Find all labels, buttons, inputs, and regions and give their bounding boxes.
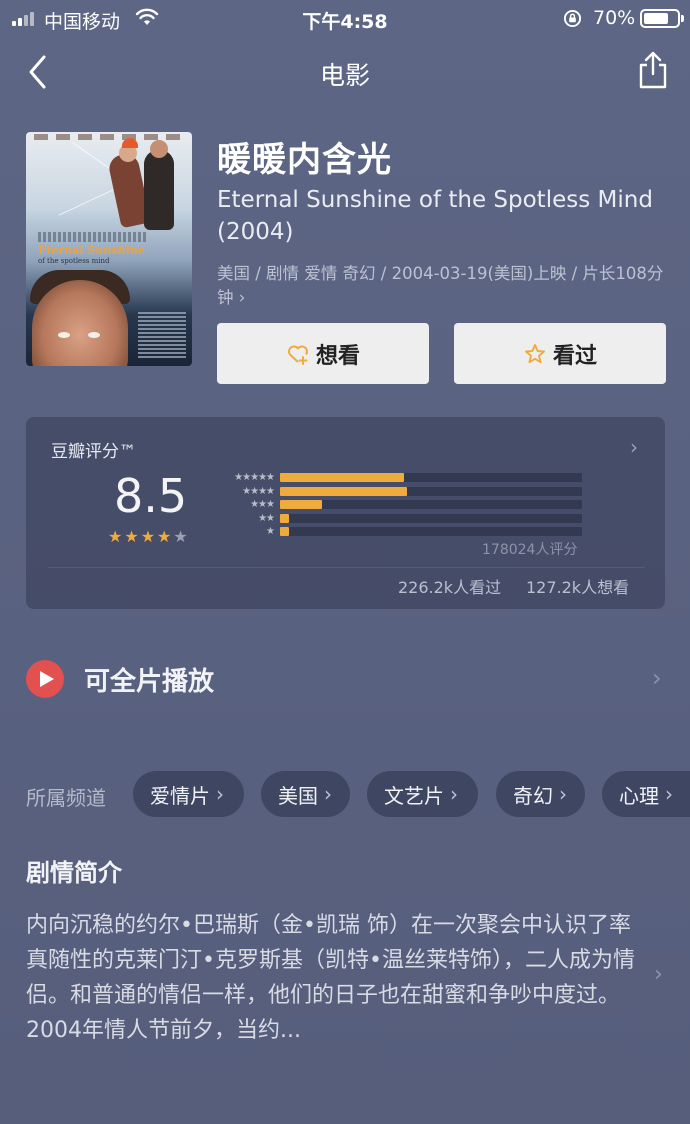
poster-title: Eternal Sunshine — [38, 244, 145, 257]
movie-poster[interactable]: Eternal Sunshine of the spotless mind — [26, 132, 192, 366]
want-label: 想看 — [315, 343, 360, 369]
rating-divider — [48, 567, 645, 568]
channel-chip-label: 文艺片 — [384, 783, 444, 808]
meta-chevron-icon: › — [238, 288, 246, 307]
rating-stars: ★ ★ ★ ★ ★ — [108, 529, 188, 545]
playable-chevron-icon[interactable]: › — [652, 664, 662, 692]
distribution-stars-5: ★★★★★ — [234, 472, 275, 483]
rating-chevron-icon: › — [630, 435, 638, 459]
status-bar: 中国移动 下午4:58 70% — [0, 0, 690, 36]
play-icon[interactable] — [26, 660, 64, 698]
vote-count: 178024人评分 — [482, 542, 578, 558]
distribution-stars-4: ★★★★ — [242, 485, 275, 497]
rating-label: 豆瓣评分™ — [51, 442, 136, 462]
distribution-bar-2 — [280, 513, 289, 523]
nav-title: 电影 — [319, 61, 370, 90]
status-time: 下午4:58 — [302, 11, 388, 33]
rating-card[interactable]: 豆瓣评分™ › 8.5 ★ ★ ★ ★ ★ ★★★★★ ★★★★ ★★★ ★★ ★ 178024… — [26, 417, 665, 609]
want-to-watch-button[interactable]: 想看 — [217, 323, 429, 384]
movie-title-cn: 暖暖内含光 — [217, 140, 392, 180]
watched-label: 看过 — [552, 343, 597, 369]
star-filled-icon: ★ — [108, 527, 123, 546]
channel-chip-label: 奇幻 — [513, 783, 553, 808]
distribution-bar-track — [280, 500, 582, 509]
distribution-bar-track — [280, 527, 582, 536]
share-icon[interactable] — [636, 50, 670, 90]
star-filled-icon: ★ — [124, 527, 139, 546]
chevron-right-icon: › — [450, 782, 458, 806]
channel-chip-label: 美国 — [278, 783, 318, 808]
channel-chip-arthouse[interactable]: 文艺片 › — [367, 771, 478, 817]
channel-chip-label: 心理 — [619, 783, 659, 808]
synopsis-text[interactable]: 内向沉稳的约尔•巴瑞斯（金•凯瑞 饰）在一次聚会中认识了率真随性的克莱门汀•克罗… — [26, 908, 646, 1048]
star-filled-icon: ★ — [157, 527, 172, 546]
synopsis-title: 剧情简介 — [26, 859, 122, 887]
movie-meta[interactable]: 美国 / 剧情 爱情 奇幻 / 2004-03-19(美国)上映 / 片长108… — [217, 262, 667, 310]
poster-subtitle: of the spotless mind — [38, 257, 110, 265]
movie-title-en: Eternal Sunshine of the Spotless Mind (2… — [217, 187, 653, 245]
playable-label[interactable]: 可全片播放 — [84, 661, 214, 698]
watched-count[interactable]: 226.2k人看过 — [398, 574, 501, 598]
want-count[interactable]: 127.2k人想看 — [526, 574, 629, 598]
distribution-stars-1: ★ — [266, 526, 275, 537]
distribution-bar-5 — [280, 473, 404, 482]
watched-button[interactable]: 看过 — [454, 323, 666, 384]
rotation-lock-icon — [563, 9, 582, 28]
distribution-bar-track — [280, 473, 582, 482]
channel-label: 所属频道 — [26, 786, 106, 810]
channel-chip-romance[interactable]: 爱情片 › — [133, 771, 244, 817]
channel-chip-usa[interactable]: 美国 › — [261, 771, 350, 817]
chevron-right-icon: › — [665, 782, 673, 806]
distribution-stars-3: ★★★ — [250, 499, 275, 510]
distribution-bar-3 — [280, 500, 322, 509]
heart-plus-icon — [287, 345, 308, 365]
distribution-bar-track — [280, 486, 582, 496]
distribution-bar-1 — [280, 527, 289, 536]
distribution-bar-track — [280, 513, 582, 523]
chevron-right-icon: › — [216, 782, 224, 806]
movie-meta-text: 美国 / 剧情 爱情 奇幻 / 2004-03-19(美国)上映 / 片长108… — [217, 264, 664, 307]
channel-chip-fantasy[interactable]: 奇幻 › — [496, 771, 585, 817]
distribution-stars-2: ★★ — [258, 512, 275, 524]
rating-score: 8.5 — [114, 469, 188, 523]
chevron-right-icon: › — [559, 782, 567, 806]
battery-percent: 70% — [593, 7, 636, 29]
star-empty-icon: ★ — [173, 527, 188, 546]
channel-chip-psychology[interactable]: 心理 › — [602, 771, 690, 817]
distribution-bar-4 — [280, 486, 407, 496]
channel-chip-label: 爱情片 — [150, 783, 210, 808]
chevron-right-icon: › — [324, 782, 332, 806]
star-outline-icon — [525, 343, 545, 363]
battery-icon — [640, 9, 684, 28]
star-filled-icon: ★ — [140, 527, 156, 546]
synopsis-chevron-icon[interactable]: › — [654, 962, 663, 987]
